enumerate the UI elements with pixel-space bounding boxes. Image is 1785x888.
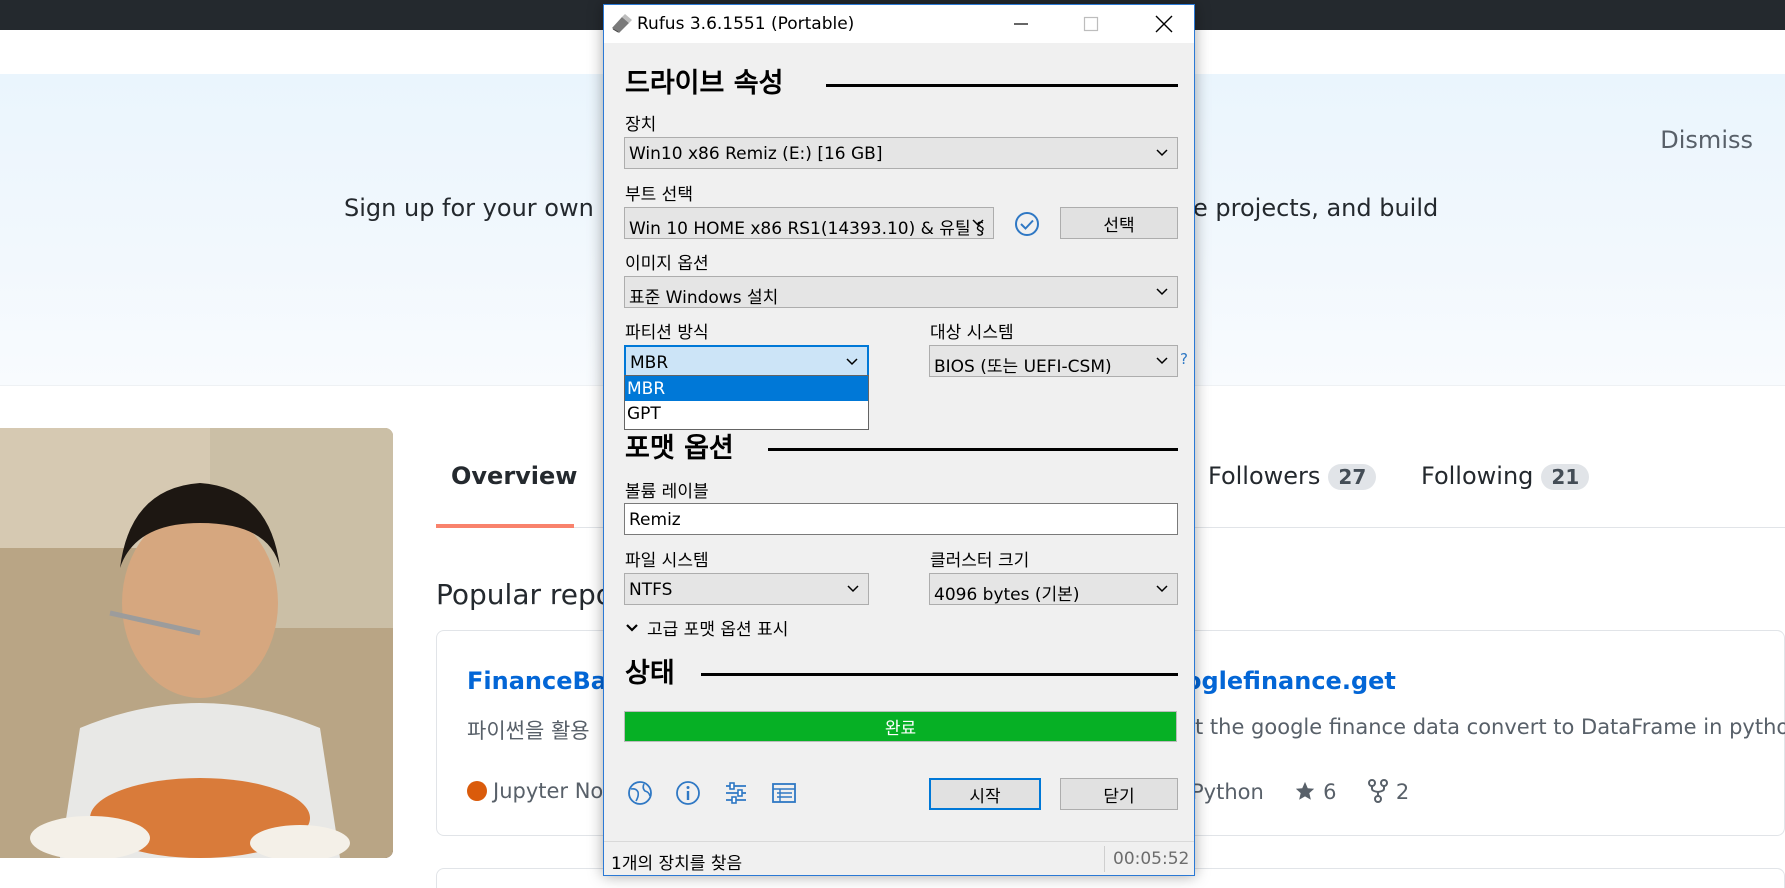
window-title: Rufus 3.6.1551 (Portable) — [637, 14, 855, 34]
cluster-size-select[interactable]: 4096 bytes (기본) — [929, 573, 1178, 605]
close-button[interactable]: 닫기 — [1060, 778, 1178, 810]
chevron-down-icon — [847, 585, 859, 593]
repo-language: Python — [1191, 780, 1264, 804]
banner-text-right: e projects, and build — [1193, 194, 1439, 222]
following-count: 21 — [1541, 464, 1590, 490]
drive-properties-header: 드라이브 속성 — [625, 68, 784, 99]
repo-link[interactable]: oglefinance.get — [1185, 667, 1396, 695]
log-table-icon[interactable] — [770, 779, 798, 807]
dismiss-link[interactable]: Dismiss — [1660, 126, 1753, 154]
followers-count: 27 — [1328, 464, 1377, 490]
info-icon[interactable] — [674, 779, 702, 807]
rufus-dialog: Rufus 3.6.1551 (Portable) 드라이브 속성 장치 Win… — [603, 4, 1195, 876]
repo-description: t the google finance data convert to Dat… — [1195, 715, 1785, 739]
progress-bar: 완료 — [624, 711, 1177, 742]
status-divider — [1104, 846, 1105, 872]
advanced-format-toggle[interactable]: 고급 포맷 옵션 표시 — [625, 615, 788, 640]
target-system-label: 대상 시스템 — [930, 323, 1014, 343]
status-header: 상태 — [625, 658, 675, 689]
start-button[interactable]: 시작 — [929, 778, 1041, 810]
repo-language: Jupyter Not — [493, 779, 612, 803]
chevron-down-icon — [972, 219, 984, 227]
checksum-icon[interactable] — [1014, 211, 1040, 237]
minimize-icon — [1014, 23, 1028, 25]
language-color-dot — [467, 781, 487, 801]
partition-option-gpt[interactable]: GPT — [625, 401, 868, 426]
target-system-help[interactable]: ? — [1180, 350, 1188, 368]
tab-followers[interactable]: Followers 27 — [1208, 462, 1377, 490]
fork-icon — [1368, 779, 1389, 803]
close-icon — [1155, 15, 1173, 33]
partition-scheme-dropdown: MBR GPT — [624, 375, 869, 430]
header-rule — [701, 673, 1178, 676]
cluster-size-label: 클러스터 크기 — [930, 551, 1030, 571]
close-window-button[interactable] — [1135, 5, 1193, 43]
header-rule — [768, 448, 1178, 451]
boot-selection-label: 부트 선택 — [625, 185, 693, 205]
chevron-down-icon — [1156, 585, 1168, 593]
maximize-icon — [1083, 16, 1099, 32]
chevron-down-icon — [626, 623, 638, 632]
repo-forks[interactable]: 2 — [1367, 779, 1409, 804]
image-option-select[interactable]: 표준 Windows 설치 — [624, 276, 1178, 308]
chevron-down-icon — [1156, 149, 1168, 157]
repo-description: 파이썬을 활용 — [467, 719, 590, 743]
format-options-header: 포맷 옵션 — [625, 433, 734, 464]
status-bar: 1개의 장치를 찾음 00:05:52 — [604, 841, 1194, 875]
active-tab-underline — [436, 524, 574, 528]
boot-selection-select[interactable]: Win 10 HOME x86 RS1(14393.10) & 유틸 § — [624, 207, 994, 239]
partition-option-mbr[interactable]: MBR — [625, 376, 868, 401]
volume-label-input[interactable]: Remiz — [624, 503, 1178, 535]
partition-scheme-select[interactable]: MBR — [624, 345, 869, 377]
settings-sliders-icon[interactable] — [722, 779, 750, 807]
image-option-label: 이미지 옵션 — [625, 254, 709, 274]
volume-label-label: 볼륨 레이블 — [625, 482, 709, 502]
banner-text-left: Sign up for your own p — [344, 194, 617, 222]
profile-avatar — [0, 428, 393, 858]
partition-scheme-label: 파티션 방식 — [625, 323, 709, 343]
device-label: 장치 — [625, 115, 657, 135]
usb-drive-icon — [612, 14, 632, 33]
language-globe-icon[interactable] — [626, 779, 654, 807]
device-select[interactable]: Win10 x86 Remiz (E:) [16 GB] — [624, 137, 1178, 169]
tab-following[interactable]: Following 21 — [1421, 462, 1590, 490]
chevron-down-icon — [1156, 288, 1168, 296]
minimize-button[interactable] — [992, 5, 1050, 43]
repo-stars[interactable]: 6 — [1294, 780, 1337, 804]
elapsed-time: 00:05:52 — [1113, 849, 1190, 869]
select-image-button[interactable]: 선택 — [1060, 207, 1178, 239]
repo-meta: Python 6 2 — [1191, 779, 1433, 804]
header-rule — [826, 84, 1178, 87]
target-system-select[interactable]: BIOS (또는 UEFI-CSM) — [929, 345, 1178, 377]
tab-overview[interactable]: Overview — [451, 462, 577, 490]
popular-repos-title: Popular repo — [436, 578, 613, 611]
status-message: 1개의 장치를 찾음 — [611, 854, 743, 874]
chevron-down-icon — [846, 358, 858, 366]
chevron-down-icon — [1156, 357, 1168, 365]
repo-card: oglefinance.get t the google finance dat… — [1125, 630, 1785, 836]
title-bar[interactable]: Rufus 3.6.1551 (Portable) — [604, 5, 1194, 43]
maximize-button[interactable] — [1062, 5, 1120, 43]
repo-meta: Jupyter Not — [467, 779, 612, 803]
star-icon — [1296, 781, 1315, 800]
file-system-label: 파일 시스템 — [625, 551, 709, 571]
file-system-select[interactable]: NTFS — [624, 573, 869, 605]
